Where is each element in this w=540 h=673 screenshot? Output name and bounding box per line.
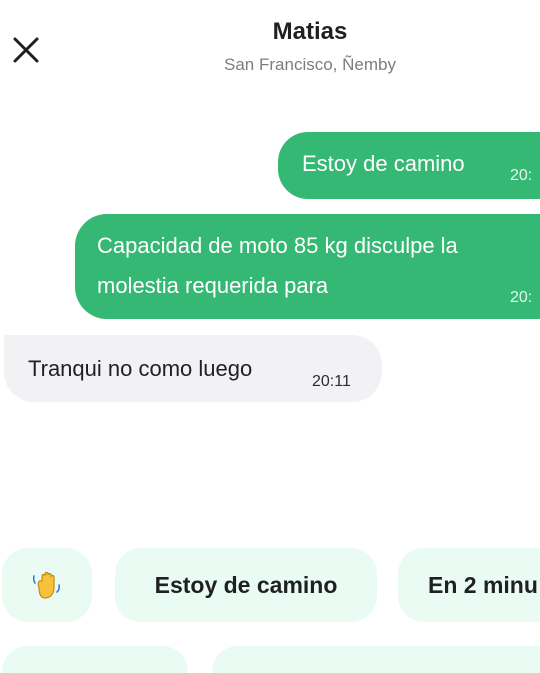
message-incoming[interactable]: Tranqui no como luego 20:11 [4, 335, 382, 402]
contact-name: Matias [272, 18, 348, 45]
contact-location: San Francisco, Ñemby [224, 55, 396, 74]
quick-reply-label: Estoy de camino [154, 571, 338, 598]
message-outgoing[interactable]: Estoy de camino 20: [278, 132, 540, 199]
message-time: 20: [510, 289, 533, 306]
quick-reply-estoy-de-camino[interactable]: Estoy de camino [115, 548, 377, 622]
quick-reply-label: En 2 minu [428, 571, 538, 598]
chat-screen: Matias San Francisco, Ñemby Estoy de cam… [0, 0, 540, 673]
message-text-line-1: Capacidad de moto 85 kg disculpe la [97, 233, 458, 258]
message-text-line-2: molestia requerida para [97, 273, 329, 298]
message-text: Estoy de camino [302, 151, 465, 176]
chat-header: Matias San Francisco, Ñemby [0, 0, 540, 100]
message-time: 20: [510, 167, 533, 184]
quick-reply-5[interactable] [212, 646, 540, 673]
message-text: Tranqui no como luego [28, 356, 253, 381]
quick-reply-en-2-minutos[interactable]: En 2 minu [398, 548, 540, 622]
message-outgoing[interactable]: Capacidad de moto 85 kg disculpe la mole… [75, 214, 540, 319]
quick-reply-4[interactable] [2, 646, 188, 673]
quick-reply-wave[interactable] [2, 548, 92, 622]
waving-hand-icon [32, 571, 61, 599]
message-time: 20:11 [312, 373, 351, 390]
